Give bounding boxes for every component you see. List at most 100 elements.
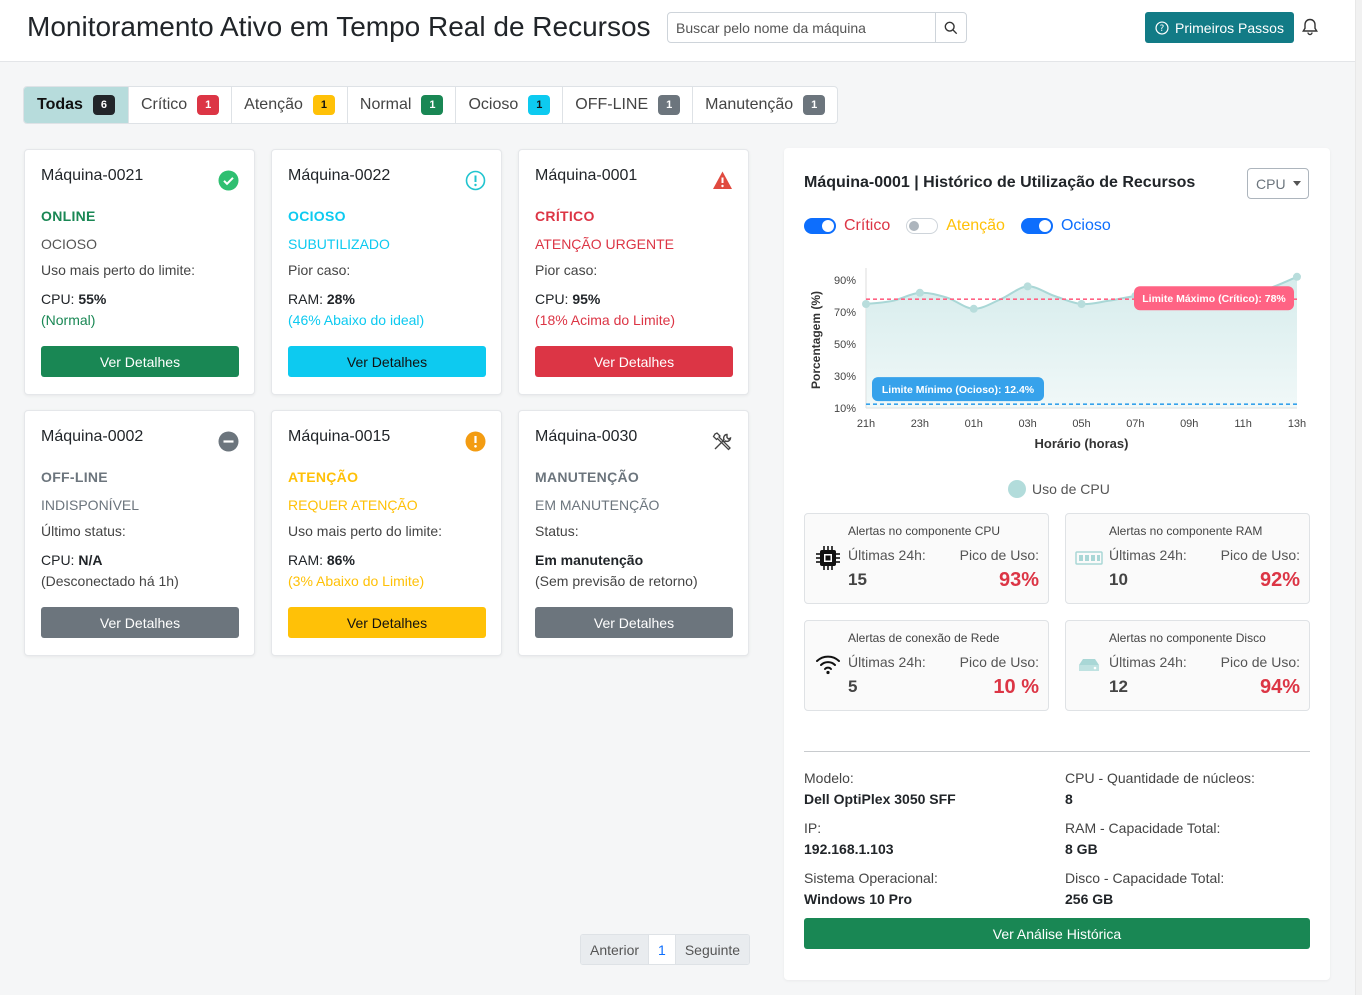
tab-label: Normal xyxy=(359,96,412,113)
alert-title: Alertas no componente CPU xyxy=(848,524,1001,538)
tab-6[interactable]: Manutenção 1 xyxy=(693,87,837,123)
details-button[interactable]: Ver Detalhes xyxy=(535,346,733,377)
data-point[interactable] xyxy=(862,300,870,308)
tools-icon xyxy=(712,432,732,451)
x-tick-label: 13h xyxy=(1288,418,1306,430)
tab-4[interactable]: Ocioso 1 xyxy=(456,87,564,123)
tab-3[interactable]: Normal 1 xyxy=(348,87,457,123)
machine-substatus: SUBUTILIZADO xyxy=(288,236,390,252)
tab-2[interactable]: Atenção 1 xyxy=(232,87,348,123)
metric-caption: Pior caso: xyxy=(535,262,598,278)
alert-title: Alertas no componente RAM xyxy=(1109,524,1263,538)
search-input[interactable] xyxy=(668,13,936,42)
tab-count-badge: 1 xyxy=(421,95,444,115)
x-tick-label: 11h xyxy=(1234,418,1252,430)
machine-card: Máquina-0022 OCIOSO SUBUTILIZADO Pior caso:… xyxy=(271,149,502,395)
data-point[interactable] xyxy=(1077,300,1086,308)
data-point[interactable] xyxy=(1023,282,1032,291)
tab-label: Todas xyxy=(37,96,83,113)
tab-count-badge: 6 xyxy=(92,95,115,115)
machine-status: ONLINE xyxy=(41,208,96,224)
metric-value: 55% xyxy=(78,291,107,307)
toggle-label: Ocioso xyxy=(1060,217,1111,234)
y-axis-title: Porcentagem (%) xyxy=(809,291,823,389)
toggle-switch[interactable] xyxy=(906,218,939,234)
metric-caption: Último status: xyxy=(41,523,126,539)
tab-0[interactable]: Todas 6 xyxy=(24,87,129,123)
details-button[interactable]: Ver Detalhes xyxy=(288,346,486,377)
pagination-prev[interactable]: Anterior xyxy=(581,935,649,964)
metric-line: CPU: 95% xyxy=(535,291,600,307)
info-value: 8 xyxy=(1065,791,1073,807)
search-button[interactable] xyxy=(935,13,966,42)
metric-label: CPU: xyxy=(41,552,75,568)
filter-tabs: Todas 6 Crítico 1 Atenção 1 Normal 1 Ocioso 1 OFF-… xyxy=(23,86,839,124)
alert-last-value: 10 xyxy=(1109,570,1128,589)
svg-text:?: ? xyxy=(1160,24,1165,34)
tab-5[interactable]: OFF-LINE 1 xyxy=(563,87,694,123)
toggle-switch[interactable] xyxy=(1020,218,1053,234)
search-icon xyxy=(944,21,958,34)
tab-1[interactable]: Crítico 1 xyxy=(129,87,233,123)
minus-circle-icon xyxy=(218,431,239,452)
tab-count-badge: 1 xyxy=(197,95,220,115)
tab-count-badge: 1 xyxy=(803,95,826,115)
tab-label: Atenção xyxy=(244,96,303,113)
machine-substatus: ATENÇÃO URGENTE xyxy=(535,236,674,252)
data-point[interactable] xyxy=(1293,272,1301,281)
legend-label: Uso de CPU xyxy=(1032,481,1110,497)
data-point[interactable] xyxy=(915,288,924,297)
metric-note: (3% Abaixo do Limite) xyxy=(288,573,425,589)
machine-name: Máquina-0015 xyxy=(288,428,391,445)
pagination-next[interactable]: Seguinte xyxy=(675,935,750,964)
data-point[interactable] xyxy=(969,304,978,313)
toggle-0[interactable]: Crítico xyxy=(804,217,890,235)
caret-down-icon xyxy=(1292,181,1301,186)
metric-line: CPU: 55% xyxy=(41,291,106,307)
historical-analysis-button[interactable]: Ver Análise Histórica xyxy=(804,918,1310,949)
metric-note: (46% Abaixo do ideal) xyxy=(288,312,425,328)
alert-last-label: Últimas 24h: xyxy=(848,547,926,563)
details-button[interactable]: Ver Detalhes xyxy=(41,607,239,638)
toggle-2[interactable]: Ocioso xyxy=(1020,217,1111,235)
ram-module-icon xyxy=(1075,551,1103,565)
pagination-page[interactable]: 1 xyxy=(648,935,676,964)
alert-peak-value: 93% xyxy=(998,569,1039,591)
bell-icon[interactable] xyxy=(1300,17,1320,37)
resource-select[interactable]: CPU xyxy=(1247,168,1309,199)
alert-last-label: Últimas 24h: xyxy=(1109,654,1187,670)
info-value: 8 GB xyxy=(1065,841,1098,857)
threshold-label: Limite Mínimo (Ocioso): 12.4% xyxy=(882,384,1035,396)
details-button[interactable]: Ver Detalhes xyxy=(535,607,733,638)
details-button[interactable]: Ver Detalhes xyxy=(41,346,239,377)
machine-status: OCIOSO xyxy=(288,208,346,224)
panel-title: Máquina-0001 | Histórico de Utilização d… xyxy=(804,174,1196,191)
toggle-1[interactable]: Atenção xyxy=(906,217,1005,235)
getting-started-label: Primeiros Passos xyxy=(1175,19,1284,36)
alert-last-value: 12 xyxy=(1109,677,1128,696)
machine-name: Máquina-0001 xyxy=(535,167,638,184)
x-tick-label: 05h xyxy=(1072,418,1090,430)
alert-card: Alertas no componente RAM Últimas 24h: 10 P… xyxy=(1065,513,1310,604)
metric-line: RAM: 28% xyxy=(288,291,355,307)
getting-started-button[interactable]: ? Primeiros Passos xyxy=(1145,12,1294,43)
divider xyxy=(804,751,1310,752)
y-tick-label: 90% xyxy=(834,275,856,287)
details-button[interactable]: Ver Detalhes xyxy=(288,607,486,638)
machine-substatus: OCIOSO xyxy=(41,236,98,252)
machine-name: Máquina-0022 xyxy=(288,167,391,184)
toggle-switch[interactable] xyxy=(804,218,836,234)
alert-peak-value: 10 % xyxy=(993,676,1039,698)
metric-caption: Status: xyxy=(535,523,579,539)
vertical-scrollbar[interactable] xyxy=(1355,0,1362,995)
info-value: 256 GB xyxy=(1065,891,1114,907)
threshold-toggles: Crítico Atenção Ocioso xyxy=(804,217,1127,235)
machine-card: Máquina-0001 CRÍTICO ATENÇÃO URGENTE Pior c… xyxy=(518,149,749,395)
alert-peak-label: Pico de Uso: xyxy=(1220,547,1300,563)
cpu-chip-icon xyxy=(816,546,840,570)
info-key: Disco - Capacidade Total: xyxy=(1065,870,1225,886)
metric-note: (Normal) xyxy=(41,312,96,328)
machine-substatus: EM MANUTENÇÃO xyxy=(535,497,660,513)
chart-legend[interactable]: Uso de CPU xyxy=(1008,480,1110,498)
hard-drive-icon xyxy=(1079,659,1099,671)
